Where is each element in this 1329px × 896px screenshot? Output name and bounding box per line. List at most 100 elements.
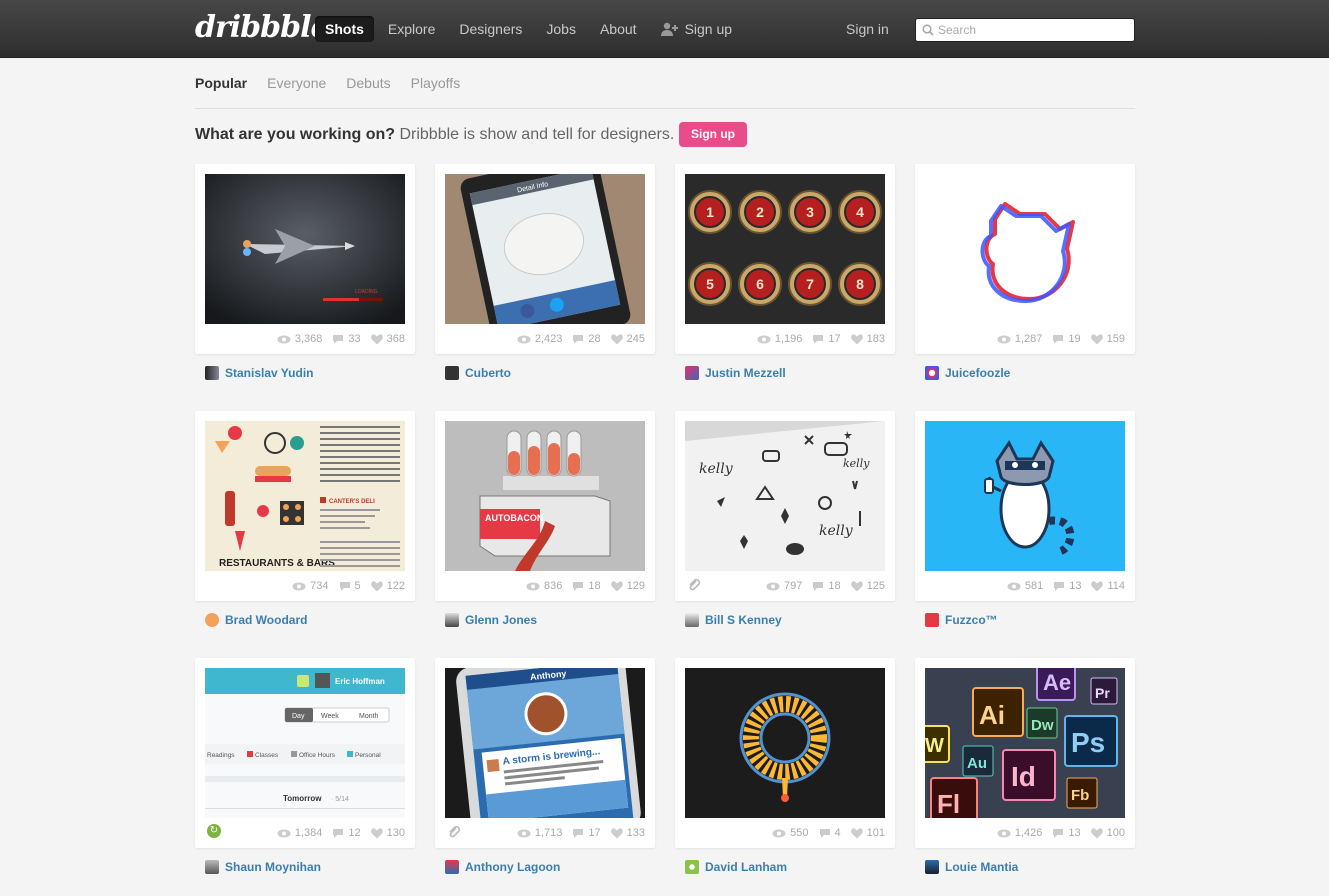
- tab-popular[interactable]: Popular: [195, 75, 247, 91]
- likes-stat[interactable]: 130: [370, 827, 405, 839]
- likes-count: 183: [866, 333, 885, 345]
- comments-stat[interactable]: 28: [572, 333, 601, 345]
- shot-thumbnail[interactable]: Ae Pr Ai Dw Ps Au Id Fl Fb W: [925, 668, 1125, 818]
- comments-stat[interactable]: 4: [819, 827, 841, 839]
- player-link[interactable]: Juicefoozle: [925, 366, 1010, 380]
- player-link[interactable]: Fuzzco™: [925, 613, 998, 627]
- views-count: 3,368: [294, 333, 323, 345]
- views-stat: 797: [766, 580, 802, 592]
- dribbble-logo[interactable]: dribbble: [195, 10, 330, 45]
- shot-thumbnail[interactable]: LOADING: [205, 174, 405, 324]
- attachment-icon[interactable]: [447, 825, 461, 839]
- badge-icon: 5: [688, 262, 732, 306]
- tab-everyone[interactable]: Everyone: [267, 75, 326, 91]
- badge-icon: 8: [838, 262, 882, 306]
- comments-stat[interactable]: 18: [572, 580, 601, 592]
- shot-thumbnail[interactable]: Detail Info: [445, 174, 645, 324]
- comment-icon: [819, 828, 831, 838]
- player-link[interactable]: Shaun Moynihan: [205, 860, 321, 874]
- shot-thumbnail[interactable]: 1 2 3 4 5 6 7 8: [685, 174, 885, 324]
- avatar: [925, 613, 939, 627]
- likes-stat[interactable]: 114: [1091, 580, 1125, 592]
- player-link[interactable]: Louie Mantia: [925, 860, 1018, 874]
- views-stat: 1,196: [757, 333, 802, 345]
- player-name: Glenn Jones: [465, 613, 538, 627]
- nav-signup[interactable]: Sign up: [651, 16, 742, 42]
- likes-stat[interactable]: 368: [370, 333, 405, 345]
- nav-explore[interactable]: Explore: [378, 16, 445, 42]
- eye-icon: [277, 829, 291, 838]
- views-count: 2,423: [534, 333, 563, 345]
- nav-designers[interactable]: Designers: [449, 16, 532, 42]
- comments-stat[interactable]: 17: [812, 333, 841, 345]
- nav-about[interactable]: About: [590, 16, 647, 42]
- shot-card: Ae Pr Ai Dw Ps Au Id Fl Fb W 1,426 13 10…: [915, 658, 1135, 848]
- shot-card: AUTOBACON 836 18 129: [435, 411, 655, 601]
- shot-thumbnail[interactable]: kelly kelly kelly: [685, 421, 885, 571]
- thumb-text: Day: [292, 713, 305, 720]
- thumb-text: Office Hours: [299, 752, 336, 759]
- player-link[interactable]: Brad Woodard: [205, 613, 307, 627]
- comments-stat[interactable]: 5: [339, 580, 361, 592]
- shot-card: Anthony A storm is brewing... 1,713 17 1…: [435, 658, 655, 848]
- likes-stat[interactable]: 122: [370, 580, 405, 592]
- avatar: [685, 860, 699, 874]
- comments-stat[interactable]: 13: [1052, 827, 1081, 839]
- likes-stat[interactable]: 245: [610, 333, 645, 345]
- eye-icon: [292, 582, 306, 591]
- comments-stat[interactable]: 13: [1053, 580, 1081, 592]
- views-count: 581: [1024, 580, 1044, 592]
- shot-thumbnail[interactable]: RESTAURANTS & BARS CANTER'S DELI: [205, 421, 405, 571]
- likes-stat[interactable]: 101: [850, 827, 885, 839]
- shot-thumbnail[interactable]: [925, 421, 1125, 571]
- avatar: [685, 366, 699, 380]
- shot-stats: 1,196 17 183: [757, 333, 885, 345]
- player-link[interactable]: Bill S Kenney: [685, 613, 782, 627]
- comments-stat[interactable]: 33: [332, 333, 361, 345]
- comment-icon: [812, 334, 824, 344]
- likes-stat[interactable]: 133: [610, 827, 645, 839]
- comments-stat[interactable]: 12: [332, 827, 361, 839]
- shot-thumbnail[interactable]: Eric Hoffman Day Week Month Readings Cla…: [205, 668, 405, 818]
- thumb-text: Tomorrow: [283, 794, 322, 803]
- likes-stat[interactable]: 125: [850, 580, 885, 592]
- eye-icon: [766, 582, 780, 591]
- tab-playoffs[interactable]: Playoffs: [411, 75, 461, 91]
- likes-stat[interactable]: 129: [610, 580, 645, 592]
- player-link[interactable]: David Lanham: [685, 860, 787, 874]
- shot-thumbnail[interactable]: Anthony A storm is brewing...: [445, 668, 645, 818]
- player-name: Anthony Lagoon: [465, 860, 561, 874]
- likes-stat[interactable]: 100: [1090, 827, 1125, 839]
- shot-thumbnail[interactable]: AUTOBACON: [445, 421, 645, 571]
- nav-shots[interactable]: Shots: [315, 16, 374, 42]
- comment-icon: [572, 828, 584, 838]
- thumb-text: AUTOBACON: [485, 513, 543, 523]
- attachment-icon[interactable]: [687, 578, 701, 592]
- likes-stat[interactable]: 183: [850, 333, 885, 345]
- comments-count: 4: [834, 827, 841, 839]
- tab-debuts[interactable]: Debuts: [346, 75, 390, 91]
- search-input[interactable]: [938, 23, 1128, 37]
- shot-thumbnail[interactable]: [685, 668, 885, 818]
- comment-icon: [572, 334, 584, 344]
- player-name: Stanislav Yudin: [225, 366, 314, 380]
- player-link[interactable]: Glenn Jones: [445, 613, 537, 627]
- comments-stat[interactable]: 17: [572, 827, 601, 839]
- likes-stat[interactable]: 159: [1090, 333, 1125, 345]
- shot-thumbnail[interactable]: [925, 174, 1125, 324]
- comments-stat[interactable]: 18: [812, 580, 841, 592]
- player-link[interactable]: Stanislav Yudin: [205, 366, 313, 380]
- rebound-icon[interactable]: ↻: [207, 824, 221, 838]
- player-link[interactable]: Cuberto: [445, 366, 511, 380]
- sign-in-link[interactable]: Sign in: [846, 21, 889, 37]
- shot-card: kelly kelly kelly 797 18 125: [675, 411, 895, 601]
- comments-count: 17: [588, 827, 601, 839]
- shot-stats: 797 18 125: [766, 580, 885, 592]
- comments-stat[interactable]: 19: [1052, 333, 1081, 345]
- player-link[interactable]: Anthony Lagoon: [445, 860, 560, 874]
- player-link[interactable]: Justin Mezzell: [685, 366, 786, 380]
- shots-filter-tabs: Popular Everyone Debuts Playoffs: [195, 75, 460, 91]
- avatar: [925, 860, 939, 874]
- signup-button[interactable]: Sign up: [679, 122, 747, 147]
- nav-jobs[interactable]: Jobs: [536, 16, 586, 42]
